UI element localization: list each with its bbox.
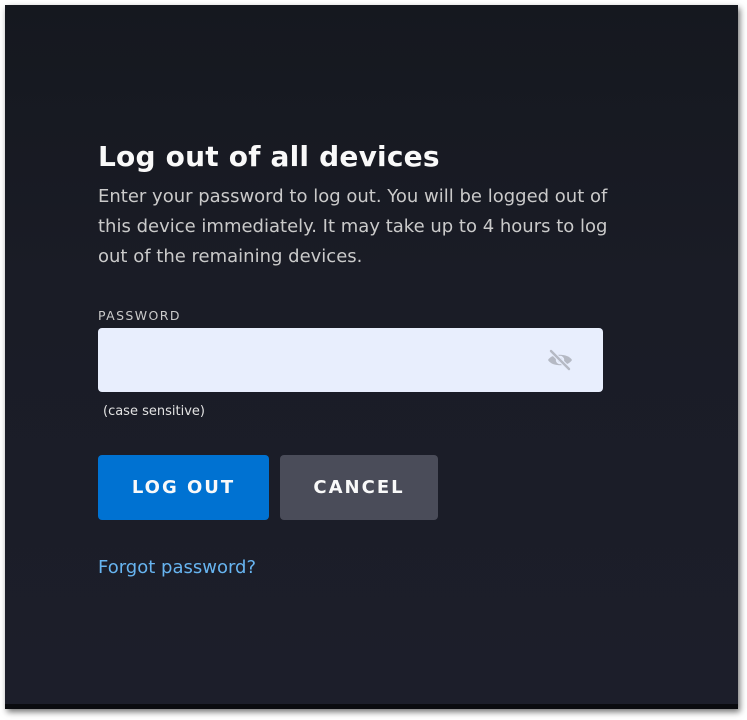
password-hint: (case sensitive): [103, 404, 205, 419]
cancel-button[interactable]: CANCEL: [280, 455, 438, 520]
logout-dialog-window: Log out of all devices Enter your passwo…: [5, 5, 738, 709]
logout-dialog: Log out of all devices Enter your passwo…: [98, 138, 618, 578]
dialog-description: Enter your password to log out. You will…: [98, 186, 608, 267]
password-input[interactable]: [98, 328, 538, 392]
password-field: [98, 328, 603, 392]
dialog-title: Log out of all devices: [98, 140, 440, 173]
logout-button[interactable]: LOG OUT: [98, 455, 269, 520]
forgot-password-link[interactable]: Forgot password?: [98, 557, 256, 578]
action-buttons: LOG OUT CANCEL: [98, 455, 618, 520]
eye-slash-icon[interactable]: [545, 348, 575, 372]
password-label: PASSWORD: [98, 308, 181, 323]
